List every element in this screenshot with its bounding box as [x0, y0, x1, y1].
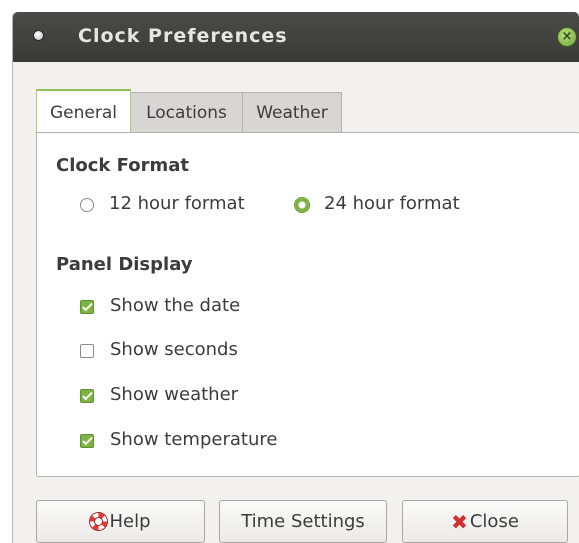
- time-settings-button[interactable]: Time Settings: [219, 500, 387, 543]
- checkbox-show-temperature-box[interactable]: [80, 434, 94, 448]
- close-button[interactable]: ✖ Close: [402, 500, 568, 543]
- clock-format-heading: Clock Format: [56, 155, 189, 176]
- lifebuoy-icon: [90, 513, 108, 530]
- radio-24-hour-label: 24 hour format: [324, 193, 460, 214]
- window-menu-icon[interactable]: [34, 31, 43, 40]
- help-button-label: Help: [109, 511, 151, 532]
- checkbox-show-temperature-label: Show temperature: [110, 429, 278, 450]
- window-close-icon[interactable]: ×: [558, 28, 576, 46]
- close-button-label: Close: [469, 511, 519, 532]
- help-button[interactable]: Help: [36, 500, 205, 543]
- window-title: Clock Preferences: [78, 25, 288, 47]
- checkbox-show-seconds-box[interactable]: [80, 344, 94, 358]
- red-x-icon: ✖: [451, 509, 468, 534]
- checkbox-show-date-box[interactable]: [80, 300, 94, 314]
- tab-weather[interactable]: Weather: [242, 92, 342, 132]
- checkbox-show-date-label: Show the date: [110, 295, 241, 316]
- tab-locations[interactable]: Locations: [130, 92, 243, 132]
- checkbox-show-weather-box[interactable]: [80, 389, 94, 403]
- general-tab-panel: Clock Format 12 hour format 24 hour form…: [36, 132, 579, 477]
- radio-12-hour-label: 12 hour format: [109, 193, 245, 214]
- clock-preferences-window: Clock Preferences × General Locations We…: [12, 12, 579, 543]
- tab-weather-label: Weather: [256, 103, 328, 123]
- tab-general-label: General: [50, 103, 117, 123]
- checkbox-show-weather-label: Show weather: [110, 384, 239, 405]
- radio-24-hour-indicator[interactable]: [295, 198, 309, 212]
- radio-12-hour-indicator[interactable]: [80, 198, 94, 212]
- titlebar[interactable]: Clock Preferences ×: [13, 12, 579, 62]
- checkbox-show-seconds-label: Show seconds: [110, 339, 238, 360]
- panel-display-heading: Panel Display: [56, 254, 193, 275]
- time-settings-button-label: Time Settings: [241, 511, 365, 532]
- tab-general[interactable]: General: [36, 89, 131, 132]
- tab-locations-label: Locations: [146, 103, 227, 123]
